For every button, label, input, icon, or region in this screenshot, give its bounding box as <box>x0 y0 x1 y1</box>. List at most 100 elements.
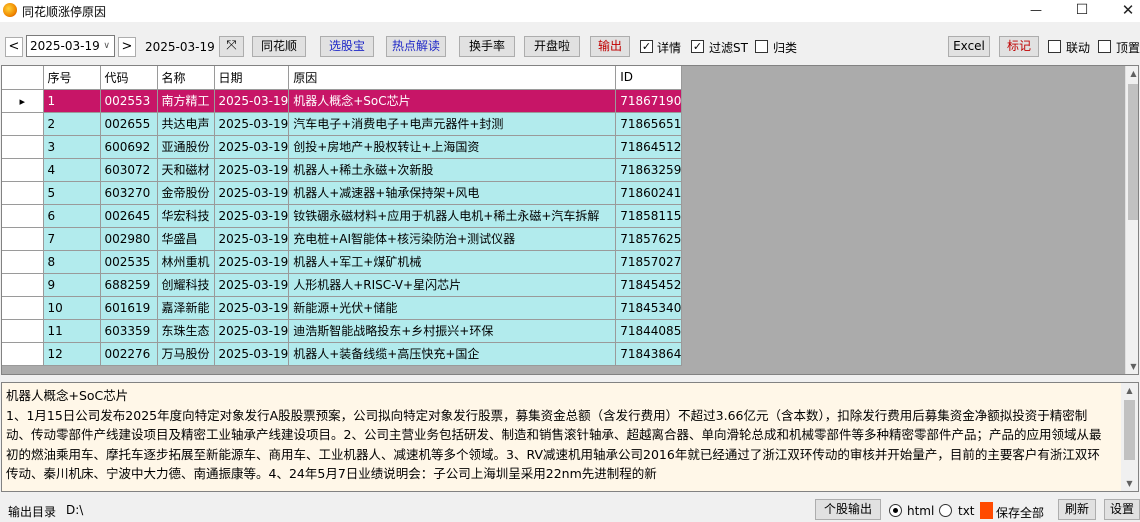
table-cell[interactable]: 迪浩斯智能战略投东+乡村振兴+环保 <box>288 319 617 343</box>
detail-checkbox[interactable]: ✓ <box>640 40 653 53</box>
table-row[interactable]: 11 603359 东珠生态 2025-03-19 迪浩斯智能战略投东+乡村振兴+环保 7… <box>2 319 683 343</box>
row-header[interactable] <box>2 273 44 297</box>
table-cell[interactable]: 7 <box>43 227 101 251</box>
table-cell[interactable]: 8 <box>43 250 101 274</box>
row-header[interactable] <box>2 112 44 136</box>
table-cell[interactable]: 机器人概念+SoC芯片 <box>288 89 617 113</box>
table-cell[interactable]: 600692 <box>100 135 158 159</box>
table-row[interactable]: 6 002645 华宏科技 2025-03-19 钕铁硼永磁材料+应用于机器人电机+稀土… <box>2 204 683 228</box>
row-header[interactable]: ▸ <box>2 89 44 113</box>
table-cell[interactable]: 机器人+稀土永磁+次新股 <box>288 158 617 182</box>
link-checkbox[interactable] <box>1048 40 1061 53</box>
table-cell[interactable]: 钕铁硼永磁材料+应用于机器人电机+稀土永磁+汽车拆解 <box>288 204 617 228</box>
table-cell[interactable]: 人形机器人+RISC-V+星闪芯片 <box>288 273 617 297</box>
table-cell[interactable]: 机器人+减速器+轴承保持架+风电 <box>288 181 617 205</box>
table-row[interactable]: 3 600692 亚通股份 2025-03-19 创投+房地产+股权转让+上海国资 718… <box>2 135 683 159</box>
table-cell[interactable]: 002276 <box>100 342 158 366</box>
table-cell[interactable]: 71867190 <box>615 89 683 113</box>
detail-scrollbar[interactable]: ▲ ▼ <box>1121 383 1138 491</box>
date-picker[interactable]: 2025-03-19 ∨ <box>26 35 115 57</box>
scroll-thumb[interactable] <box>1124 400 1135 460</box>
table-cell[interactable]: 71858115 <box>615 204 683 228</box>
scroll-down-icon[interactable]: ▼ <box>1121 476 1138 491</box>
table-cell[interactable]: 东珠生态 <box>157 319 215 343</box>
table-cell[interactable]: 002655 <box>100 112 158 136</box>
table-cell[interactable]: 11 <box>43 319 101 343</box>
table-cell[interactable]: 机器人+装备线缆+高压快充+国企 <box>288 342 617 366</box>
table-row[interactable]: ▸ 1 002553 南方精工 2025-03-19 机器人概念+SoC芯片 7186719… <box>2 89 683 113</box>
table-cell[interactable]: 亚通股份 <box>157 135 215 159</box>
table-cell[interactable]: 71857027 <box>615 250 683 274</box>
table-cell[interactable]: 71860241 <box>615 181 683 205</box>
table-cell[interactable]: 机器人+军工+煤矿机械 <box>288 250 617 274</box>
table-cell[interactable]: 新能源+光伏+储能 <box>288 296 617 320</box>
table-cell[interactable]: 71863259 <box>615 158 683 182</box>
kpl-button[interactable]: 开盘啦 <box>524 36 580 57</box>
table-cell[interactable]: 603359 <box>100 319 158 343</box>
col-header[interactable]: 原因 <box>288 66 617 90</box>
row-header[interactable] <box>2 135 44 159</box>
expand-icon[interactable]: ⤧ <box>219 36 244 57</box>
row-header[interactable] <box>2 181 44 205</box>
table-row[interactable]: 7 002980 华盛昌 2025-03-19 充电桩+AI智能体+核污染防治+测试仪器… <box>2 227 683 251</box>
table-row[interactable]: 8 002535 林州重机 2025-03-19 机器人+军工+煤矿机械 71857027 <box>2 250 683 274</box>
close-button[interactable]: ✕ <box>1105 0 1140 22</box>
col-header[interactable]: ID <box>615 66 683 90</box>
table-cell[interactable]: 2025-03-19 <box>214 342 290 366</box>
table-cell[interactable]: 10 <box>43 296 101 320</box>
table-cell[interactable]: 2025-03-19 <box>214 273 290 297</box>
table-cell[interactable]: 共达电声 <box>157 112 215 136</box>
table-cell[interactable]: 603270 <box>100 181 158 205</box>
table-cell[interactable]: 华宏科技 <box>157 204 215 228</box>
table-cell[interactable]: 天和磁材 <box>157 158 215 182</box>
row-header[interactable] <box>2 319 44 343</box>
table-cell[interactable]: 2025-03-19 <box>214 319 290 343</box>
table-cell[interactable]: 002535 <box>100 250 158 274</box>
table-cell[interactable]: 12 <box>43 342 101 366</box>
table-row[interactable]: 10 601619 嘉泽新能 2025-03-19 新能源+光伏+储能 71845340 <box>2 296 683 320</box>
row-header[interactable] <box>2 227 44 251</box>
mark-button[interactable]: 标记 <box>999 36 1039 57</box>
table-row[interactable]: 5 603270 金帝股份 2025-03-19 机器人+减速器+轴承保持架+风电 718… <box>2 181 683 205</box>
table-row[interactable]: 4 603072 天和磁材 2025-03-19 机器人+稀土永磁+次新股 7186325… <box>2 158 683 182</box>
table-cell[interactable]: 2025-03-19 <box>214 89 290 113</box>
refresh-button[interactable]: 刷新 <box>1058 499 1096 520</box>
table-cell[interactable]: 2025-03-19 <box>214 250 290 274</box>
table-cell[interactable]: 002645 <box>100 204 158 228</box>
table-cell[interactable]: 601619 <box>100 296 158 320</box>
turnover-button[interactable]: 换手率 <box>459 36 515 57</box>
table-cell[interactable]: 5 <box>43 181 101 205</box>
row-header[interactable] <box>2 158 44 182</box>
col-header[interactable]: 日期 <box>214 66 290 90</box>
col-header[interactable]: 代码 <box>100 66 158 90</box>
table-cell[interactable]: 2025-03-19 <box>214 158 290 182</box>
table-cell[interactable]: 嘉泽新能 <box>157 296 215 320</box>
archive-checkbox[interactable] <box>755 40 768 53</box>
row-header[interactable] <box>2 250 44 274</box>
table-cell[interactable]: 71864512 <box>615 135 683 159</box>
table-row[interactable]: 9 688259 创耀科技 2025-03-19 人形机器人+RISC-V+星闪芯片 71… <box>2 273 683 297</box>
table-cell[interactable]: 002980 <box>100 227 158 251</box>
table-cell[interactable]: 2025-03-19 <box>214 227 290 251</box>
ths-button[interactable]: 同花顺 <box>252 36 306 57</box>
minimize-button[interactable]: — <box>1013 0 1059 22</box>
excel-button[interactable]: Excel <box>948 36 990 57</box>
table-cell[interactable]: 71845340 <box>615 296 683 320</box>
table-cell[interactable]: 林州重机 <box>157 250 215 274</box>
table-cell[interactable]: 创投+房地产+股权转让+上海国资 <box>288 135 617 159</box>
table-cell[interactable]: 603072 <box>100 158 158 182</box>
scroll-down-icon[interactable]: ▼ <box>1126 359 1138 374</box>
xgb-button[interactable]: 选股宝 <box>320 36 374 57</box>
table-cell[interactable]: 2 <box>43 112 101 136</box>
table-cell[interactable]: 6 <box>43 204 101 228</box>
table-cell[interactable]: 4 <box>43 158 101 182</box>
maximize-button[interactable]: ☐ <box>1059 0 1105 22</box>
table-cell[interactable]: 金帝股份 <box>157 181 215 205</box>
row-header[interactable] <box>2 342 44 366</box>
table-cell[interactable]: 2025-03-19 <box>214 135 290 159</box>
save-all-label[interactable]: 保存全部 <box>996 504 1044 521</box>
table-cell[interactable]: 汽车电子+消费电子+电声元器件+封测 <box>288 112 617 136</box>
settings-button[interactable]: 设置 <box>1104 499 1140 520</box>
scroll-thumb[interactable] <box>1128 84 1138 220</box>
table-cell[interactable]: 2025-03-19 <box>214 204 290 228</box>
